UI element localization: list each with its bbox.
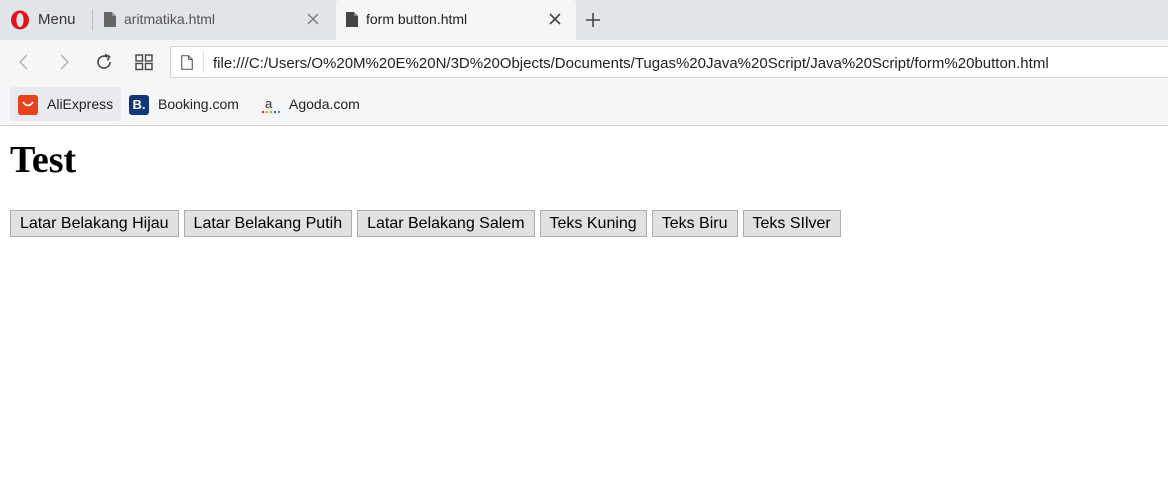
tab-separator bbox=[92, 10, 93, 30]
salmon-background-button[interactable]: Latar Belakang Salem bbox=[357, 210, 535, 237]
tab-form-button[interactable]: form button.html bbox=[336, 0, 576, 40]
document-icon bbox=[104, 12, 116, 27]
reload-icon[interactable] bbox=[94, 52, 114, 72]
button-row: Latar Belakang Hijau Latar Belakang Puti… bbox=[10, 210, 841, 237]
bookmark-agoda[interactable]: a Agoda.com bbox=[252, 87, 372, 121]
address-separator bbox=[203, 51, 204, 73]
page-title: Test bbox=[10, 139, 77, 181]
bookmark-label: Booking.com bbox=[158, 96, 239, 112]
white-background-button[interactable]: Latar Belakang Putih bbox=[183, 210, 353, 237]
forward-arrow-icon[interactable] bbox=[54, 52, 74, 72]
bookmark-label: Agoda.com bbox=[289, 96, 360, 112]
silver-text-button[interactable]: Teks SIlver bbox=[742, 210, 841, 237]
page-info-icon[interactable] bbox=[181, 55, 193, 70]
yellow-text-button[interactable]: Teks Kuning bbox=[539, 210, 647, 237]
page-content: Test Latar Belakang Hijau Latar Belakang… bbox=[0, 126, 1168, 479]
blue-text-button[interactable]: Teks Biru bbox=[651, 210, 738, 237]
new-tab-icon[interactable] bbox=[584, 11, 602, 29]
address-bar[interactable]: file:///C:/Users/O%20M%20E%20N/3D%20Obje… bbox=[170, 46, 1168, 78]
bookmarks-bar: AliExpress B. Booking.com a Agoda.com bbox=[0, 85, 1168, 126]
bookmark-booking[interactable]: B. Booking.com bbox=[121, 87, 251, 121]
close-icon[interactable] bbox=[306, 12, 320, 26]
svg-text:a: a bbox=[265, 96, 273, 111]
opera-logo-icon bbox=[11, 10, 29, 30]
booking-icon: B. bbox=[129, 95, 149, 115]
address-toolbar: file:///C:/Users/O%20M%20E%20N/3D%20Obje… bbox=[0, 40, 1168, 85]
green-background-button[interactable]: Latar Belakang Hijau bbox=[10, 210, 179, 237]
document-icon bbox=[346, 12, 358, 27]
tab-aritmatika[interactable]: aritmatika.html bbox=[94, 0, 334, 40]
back-arrow-icon[interactable] bbox=[14, 52, 34, 72]
bookmark-label: AliExpress bbox=[47, 96, 114, 112]
aliexpress-icon bbox=[18, 95, 38, 115]
tab-bar: Menu aritmatika.html form button.html bbox=[0, 0, 1168, 40]
tab-title: form button.html bbox=[366, 11, 468, 27]
bookmark-aliexpress[interactable]: AliExpress bbox=[10, 87, 121, 121]
opera-menu-button[interactable]: Menu bbox=[0, 0, 86, 40]
tab-title: aritmatika.html bbox=[124, 11, 216, 27]
agoda-icon: a bbox=[261, 96, 280, 114]
close-icon[interactable] bbox=[548, 12, 562, 26]
menu-label: Menu bbox=[38, 11, 76, 28]
speed-dial-icon[interactable] bbox=[134, 52, 154, 72]
url-text[interactable]: file:///C:/Users/O%20M%20E%20N/3D%20Obje… bbox=[213, 55, 1049, 72]
